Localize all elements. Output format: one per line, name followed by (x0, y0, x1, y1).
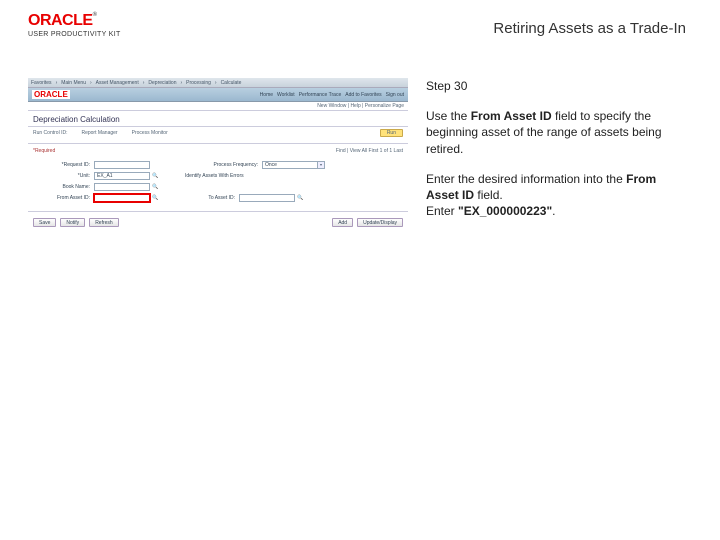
book-name-label: Book Name: (38, 184, 94, 190)
process-monitor-link: Process Monitor (132, 130, 168, 136)
oracle-wordmark: ORACLE® (28, 12, 178, 30)
lookup-icon[interactable]: 🔍 (152, 184, 159, 190)
run-button[interactable]: Run (380, 129, 403, 137)
instruction-paragraph-2: Enter the desired information into the F… (426, 171, 676, 220)
instructions-panel: Step 30 Use the From Asset ID field to s… (426, 78, 676, 238)
book-name-field[interactable] (94, 183, 150, 191)
required-label: *Required (33, 148, 55, 154)
save-button[interactable]: Save (33, 218, 56, 227)
window-tools: New Window | Help | Personalize Page (28, 102, 408, 111)
oracle-logo-small: ORACLE (32, 90, 70, 99)
to-asset-id-label: To Asset ID: (185, 195, 239, 201)
notify-button[interactable]: Notify (60, 218, 85, 227)
breadcrumb: Favorites› Main Menu› Asset Management› … (28, 78, 408, 88)
top-nav: HomeWorklistPerformance TraceAdd to Favo… (260, 92, 404, 98)
section-title: Depreciation Calculation (28, 111, 408, 127)
update-display-button[interactable]: Update/Display (357, 218, 403, 227)
step-number: Step 30 (426, 78, 676, 94)
brand-logo: ORACLE® USER PRODUCTIVITY KIT (28, 12, 178, 38)
lookup-icon[interactable]: 🔍 (152, 173, 159, 179)
grid-nav: Find | View All First 1 of 1 Last (336, 148, 403, 154)
report-manager-link: Report Manager (81, 130, 117, 136)
lookup-icon[interactable]: 🔍 (152, 195, 159, 201)
chevron-down-icon[interactable]: ▾ (317, 161, 325, 169)
to-asset-id-field[interactable] (239, 194, 295, 202)
refresh-button[interactable]: Refresh (89, 218, 119, 227)
instruction-paragraph-1: Use the From Asset ID field to specify t… (426, 108, 676, 157)
page-title: Retiring Assets as a Trade-In (178, 12, 692, 37)
process-frequency-field[interactable]: Once (262, 161, 318, 169)
identify-errors-label: Identify Assets With Errors (185, 173, 295, 179)
add-button[interactable]: Add (332, 218, 353, 227)
lookup-icon[interactable]: 🔍 (297, 195, 304, 201)
from-asset-id-field[interactable] (94, 194, 150, 202)
request-id-field[interactable] (94, 161, 150, 169)
run-control-label: Run Control ID: (33, 130, 67, 136)
unit-label: *Unit: (38, 173, 94, 179)
process-frequency-label: Process Frequency: (188, 162, 262, 168)
product-name: USER PRODUCTIVITY KIT (28, 31, 178, 38)
unit-field[interactable]: EX_A1 (94, 172, 150, 180)
app-screenshot: Favorites› Main Menu› Asset Management› … (28, 78, 408, 238)
request-id-label: *Request ID: (38, 162, 94, 168)
from-asset-id-label: From Asset ID: (38, 195, 94, 201)
